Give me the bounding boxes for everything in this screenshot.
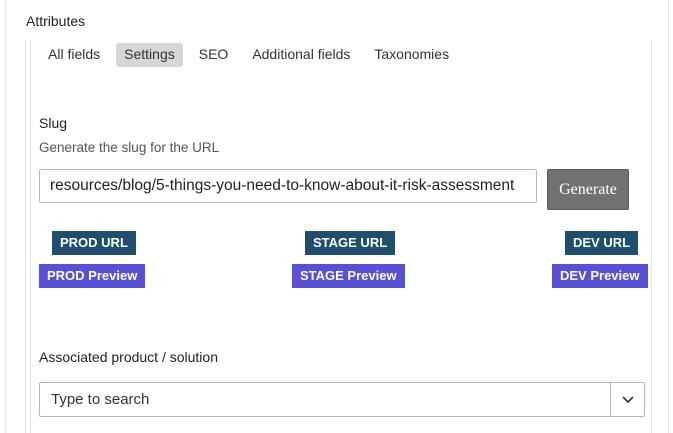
tab-taxonomies[interactable]: Taxonomies — [366, 43, 457, 67]
dev-url-link[interactable]: DEV URL — [565, 231, 639, 255]
slug-label: Slug — [39, 115, 68, 131]
tab-seo[interactable]: SEO — [191, 43, 237, 67]
prod-preview-link[interactable]: PROD Preview — [39, 264, 146, 288]
tab-all-fields[interactable]: All fields — [40, 43, 108, 67]
card-border-left — [5, 0, 6, 433]
prod-url-link[interactable]: PROD URL — [52, 231, 136, 255]
tab-panel-border-left — [25, 40, 26, 433]
tab-panel-border-inner — [30, 40, 31, 433]
card-border-right — [668, 0, 669, 433]
dev-preview-link[interactable]: DEV Preview — [552, 264, 648, 288]
associated-product-select[interactable]: Type to search — [39, 382, 645, 417]
slug-input[interactable] — [39, 169, 537, 203]
tab-settings[interactable]: Settings — [116, 43, 183, 67]
attributes-panel: Attributes All fields Settings SEO Addit… — [0, 0, 673, 433]
generate-button[interactable]: Generate — [547, 169, 629, 210]
associated-label: Associated product / solution — [39, 349, 218, 365]
tab-panel-border-right — [651, 40, 652, 433]
stage-url-link[interactable]: STAGE URL — [305, 231, 396, 255]
stage-preview-link[interactable]: STAGE Preview — [292, 264, 405, 288]
chevron-down-icon[interactable] — [611, 383, 644, 416]
tab-bar: All fields Settings SEO Additional field… — [40, 43, 465, 67]
select-placeholder[interactable]: Type to search — [51, 383, 149, 416]
tab-additional-fields[interactable]: Additional fields — [244, 43, 358, 67]
section-title: Attributes — [26, 13, 86, 29]
slug-help-text: Generate the slug for the URL — [39, 140, 220, 155]
